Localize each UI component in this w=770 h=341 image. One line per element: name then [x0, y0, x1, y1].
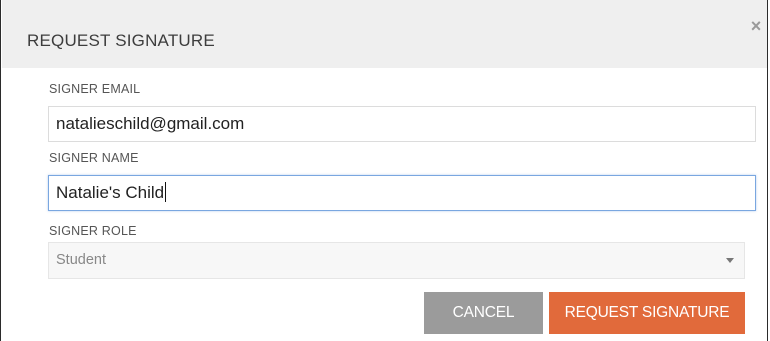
signer-role-selected: Student: [56, 252, 106, 268]
signer-role-label: SIGNER ROLE: [49, 224, 137, 238]
cancel-button[interactable]: CANCEL: [424, 292, 543, 334]
request-signature-modal: REQUEST SIGNATURE × SIGNER EMAIL natalie…: [0, 0, 768, 341]
signer-email-field[interactable]: natalieschild@gmail.com: [48, 106, 756, 142]
chevron-down-icon: [726, 258, 734, 263]
signer-email-value: natalieschild@gmail.com: [56, 114, 245, 133]
text-caret: [165, 182, 167, 203]
signer-name-field[interactable]: Natalie's Child: [48, 175, 756, 211]
signer-email-label: SIGNER EMAIL: [49, 82, 141, 96]
modal-title: REQUEST SIGNATURE: [27, 31, 215, 50]
signer-name-label: SIGNER NAME: [49, 151, 139, 165]
request-signature-button[interactable]: REQUEST SIGNATURE: [549, 292, 745, 334]
modal-header: REQUEST SIGNATURE ×: [2, 0, 767, 68]
signer-name-value: Natalie's Child: [56, 183, 165, 202]
close-icon[interactable]: ×: [746, 16, 766, 36]
signer-role-select[interactable]: Student: [48, 242, 745, 279]
